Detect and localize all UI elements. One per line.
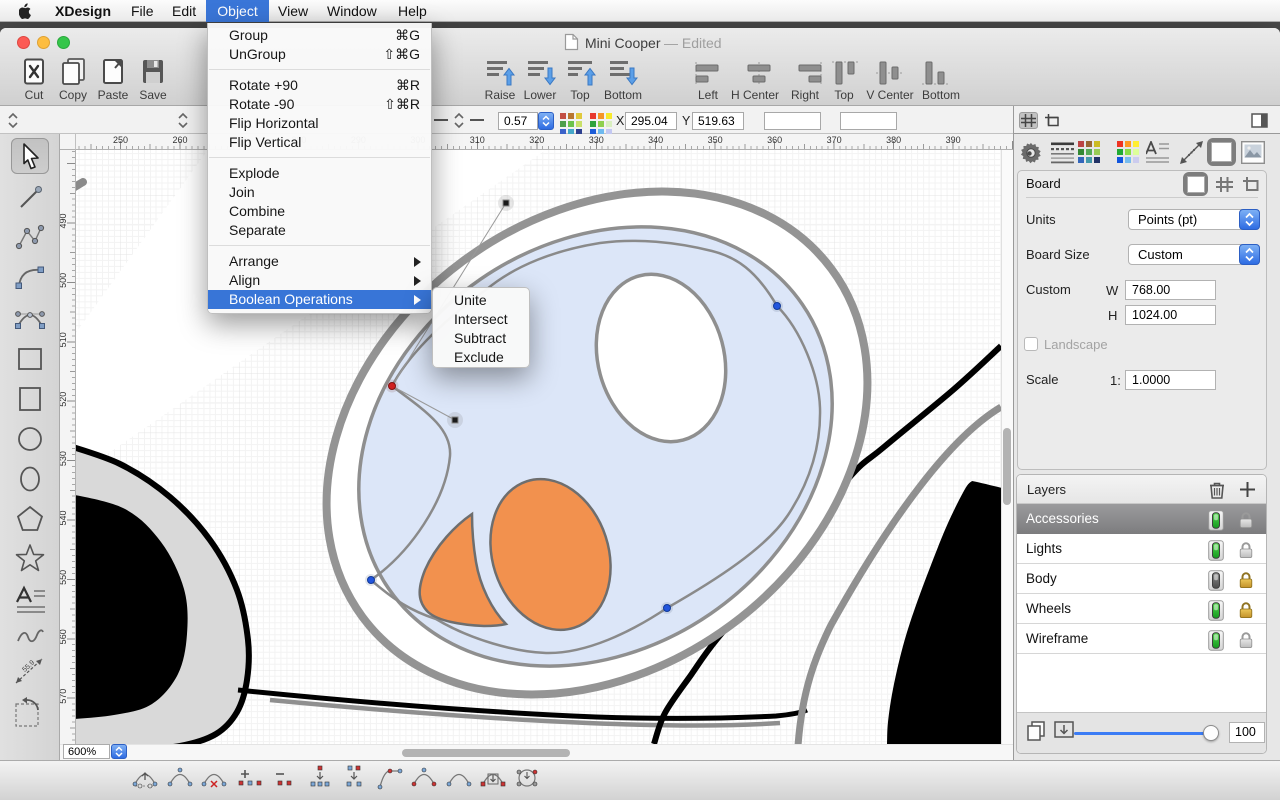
svg-text:260: 260 bbox=[172, 135, 187, 145]
svg-text:500: 500 bbox=[60, 273, 68, 288]
svg-text:510: 510 bbox=[60, 332, 68, 347]
svg-text:340: 340 bbox=[648, 135, 663, 145]
svg-text:350: 350 bbox=[708, 135, 723, 145]
svg-text:550: 550 bbox=[60, 570, 68, 585]
svg-text:490: 490 bbox=[60, 213, 68, 228]
svg-text:560: 560 bbox=[60, 629, 68, 644]
svg-text:530: 530 bbox=[60, 451, 68, 466]
svg-text:370: 370 bbox=[827, 135, 842, 145]
svg-text:310: 310 bbox=[470, 135, 485, 145]
svg-text:250: 250 bbox=[113, 135, 128, 145]
svg-text:390: 390 bbox=[946, 135, 961, 145]
svg-text:520: 520 bbox=[60, 392, 68, 407]
svg-text:380: 380 bbox=[886, 135, 901, 145]
svg-text:360: 360 bbox=[767, 135, 782, 145]
svg-text:540: 540 bbox=[60, 510, 68, 525]
svg-text:330: 330 bbox=[589, 135, 604, 145]
svg-text:320: 320 bbox=[529, 135, 544, 145]
svg-text:570: 570 bbox=[60, 689, 68, 704]
